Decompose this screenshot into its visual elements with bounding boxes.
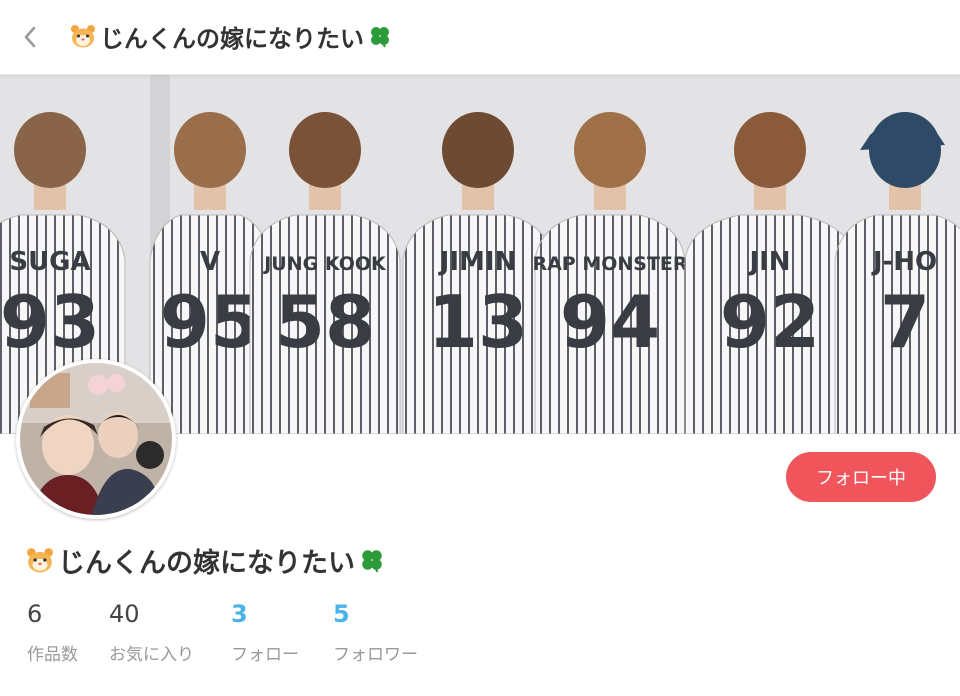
stat-following-value: 3 <box>231 600 248 628</box>
stat-following-label: フォロー <box>231 645 299 665</box>
profile-name-text: じんくんの嫁になりたい <box>58 547 355 579</box>
stat-works-label: 作品数 <box>27 645 78 665</box>
jersey-number: 94 <box>560 280 660 364</box>
jersey-name: J-HO <box>871 247 937 277</box>
jersey-number: 93 <box>0 280 100 364</box>
jersey-number: 58 <box>275 280 375 364</box>
jersey-name: JIMIN <box>438 247 517 277</box>
jersey-number: 92 <box>720 280 820 364</box>
following-button[interactable]: フォロー中 <box>786 452 936 502</box>
stat-works-value: 6 <box>27 600 43 628</box>
chevron-left-icon <box>24 26 36 48</box>
four-leaf-clover-icon <box>371 27 389 48</box>
hair <box>289 112 361 188</box>
jersey-name: V <box>200 247 220 277</box>
hair <box>442 112 514 188</box>
jersey-number: 95 <box>160 280 260 364</box>
jersey-number: 7 <box>880 280 930 364</box>
stat-favorites-value: 40 <box>109 600 140 628</box>
jersey-name: SUGA <box>9 247 90 277</box>
avatar-photo <box>20 363 172 515</box>
hair <box>574 112 646 188</box>
hair <box>174 112 246 188</box>
hair <box>14 112 86 188</box>
jersey-name: JIN <box>747 247 790 277</box>
jersey-name: JUNG KOOK <box>262 253 387 275</box>
page-title-text: じんくんの嫁になりたい <box>100 24 364 53</box>
stat-following[interactable]: 3 フォロー <box>231 598 299 665</box>
stat-followers[interactable]: 5 フォロワー <box>333 598 418 665</box>
hamster-face-icon <box>27 548 53 573</box>
app-bar: じんくんの嫁になりたい <box>0 0 960 75</box>
stat-works[interactable]: 6 作品数 <box>27 598 78 665</box>
stat-followers-value: 5 <box>333 600 350 628</box>
stat-followers-label: フォロワー <box>333 645 418 665</box>
stat-favorites-label: お気に入り <box>109 645 194 665</box>
jersey-number: 13 <box>428 280 528 364</box>
avatar[interactable] <box>16 359 176 519</box>
back-button[interactable] <box>10 17 50 57</box>
four-leaf-clover-icon <box>362 550 382 573</box>
hair <box>734 112 806 188</box>
stat-favorites[interactable]: 40 お気に入り <box>109 598 194 665</box>
page-title: じんくんの嫁になりたい <box>70 18 392 54</box>
jersey-name: RAP MONSTER <box>532 253 687 275</box>
profile-name: じんくんの嫁になりたい <box>26 540 385 580</box>
hamster-face-icon <box>71 25 95 48</box>
